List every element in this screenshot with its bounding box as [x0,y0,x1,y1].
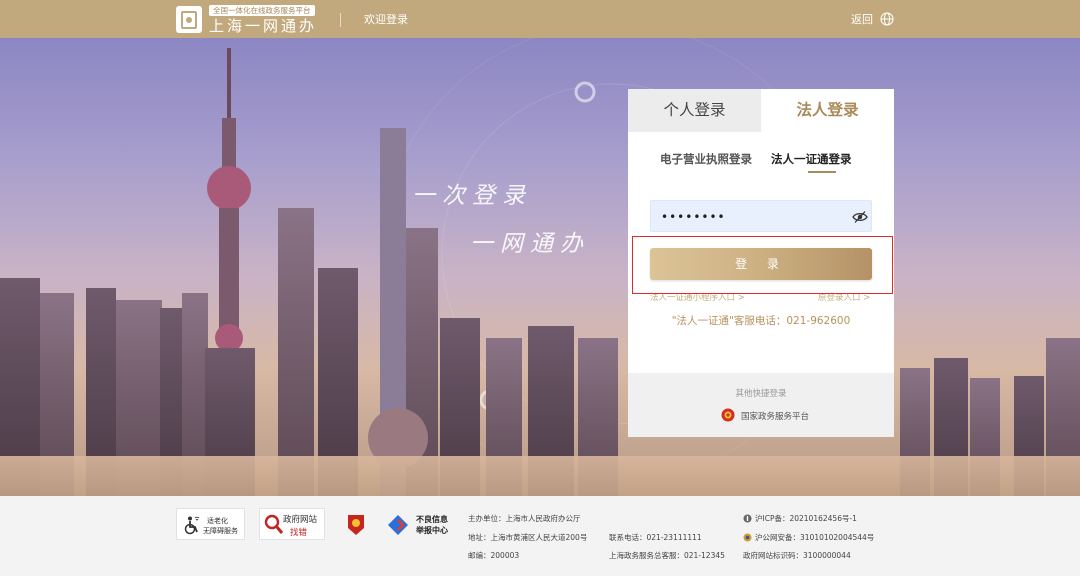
report-line-2[interactable]: 举报中心 [416,525,448,536]
toggle-visibility-eye-icon[interactable] [852,210,868,224]
national-emblem-icon[interactable] [721,408,735,422]
icp-text[interactable]: 沪ICP备：20210162456号-1 [755,513,857,524]
elder-line-1: 适老化 [207,517,228,525]
hotline-text: 上海政务服务总客服：021-12345 [609,551,725,560]
elder-accessibility-badge[interactable]: 适老化 无障碍服务 [176,508,245,540]
shanghai-skyline-illustration [0,38,1080,496]
party-gov-emblem-icon[interactable] [346,514,366,536]
brand-title[interactable]: 上海一网通办 [209,16,317,36]
quick-login-title: 其他快捷登录 [735,389,787,399]
magnifier-report-icon [264,514,284,534]
postcode-text: 邮编：200003 [468,551,520,560]
slogan-line-1: 一次登录 [412,183,532,209]
report-line-1[interactable]: 不良信息 [416,514,448,525]
back-link[interactable]: 返回 [851,12,873,28]
shanghai-logo-icon[interactable] [176,6,202,33]
footer: 适老化 无障碍服务 政府网站 找错 不良信息 举报中心 主办单位：上海市人民政府… [0,496,1080,576]
login-method-tabs: 电子营业执照登录 法人一证通登录 [628,151,894,177]
mini-program-entry-link[interactable]: 法人一证通小程序入口 > [650,291,745,303]
login-type-tabs: 个人登录 法人登录 [628,89,894,132]
subtab-certificate-login[interactable]: 法人一证通登录 [771,151,852,167]
legacy-login-entry-link[interactable]: 原登录入口 > [818,291,870,303]
elder-line-2: 无障碍服务 [203,527,238,535]
service-hotline-text: "法人一证通"客服电话：021-962600 [671,315,851,327]
gov-site-line-1: 政府网站 [283,515,318,525]
tab-personal-login[interactable]: 个人登录 [628,89,761,132]
active-subtab-indicator [808,171,836,173]
quick-login-area: 其他快捷登录 国家政务服务平台 [628,373,894,437]
header-divider [340,13,341,27]
login-button[interactable]: 登 录 [650,248,872,280]
site-code-text: 政府网站标识码：3100000044 [743,551,851,560]
sponsor-text: 主办单位：上海市人民政府办公厅 [468,514,581,523]
password-input[interactable] [661,207,841,227]
contact-tel-text: 联系电话：021-23111111 [609,533,702,542]
police-record-text[interactable]: 沪公网安备：31010102004544号 [755,532,874,543]
brand-tagline: 全国一体化在线政务服务平台 [209,5,315,16]
address-text: 地址：上海市黄浦区人民大道200号 [468,533,588,542]
hero-banner: 一次登录 一网通办 [0,38,1080,496]
accessibility-icon [184,516,200,535]
gov-site-line-2: 找错 [290,528,308,538]
icp-icon [743,514,752,523]
police-badge-icon [743,533,752,542]
slogan-line-2: 一网通办 [470,231,590,257]
subtab-business-license-login[interactable]: 电子营业执照登录 [660,151,752,167]
gov-site-error-report-badge[interactable]: 政府网站 找错 [259,508,325,540]
tab-corporate-login[interactable]: 法人登录 [761,89,894,132]
bad-info-report-icon[interactable] [387,514,409,536]
welcome-text: 欢迎登录 [364,13,408,26]
national-gov-platform-login[interactable]: 国家政务服务平台 [741,410,809,422]
password-field[interactable] [650,200,872,232]
globe-icon[interactable] [880,12,894,26]
login-card: 个人登录 法人登录 电子营业执照登录 法人一证通登录 登 录 法人一证通小程序入… [628,89,894,437]
top-header: 全国一体化在线政务服务平台 上海一网通办 欢迎登录 返回 [0,0,1080,38]
